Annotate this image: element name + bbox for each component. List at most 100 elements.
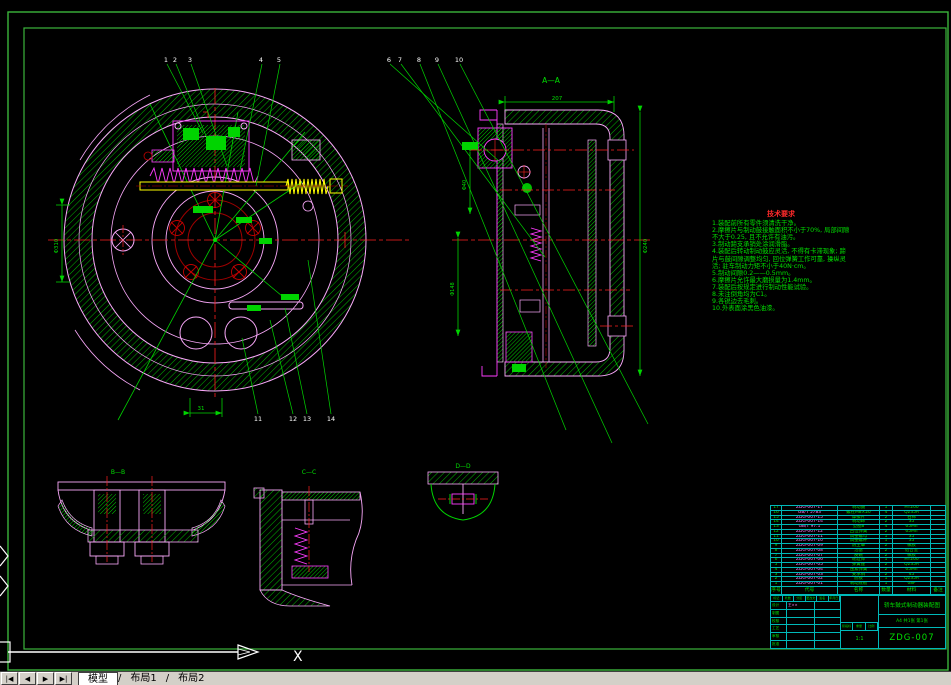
table-cell: 65Mn xyxy=(893,529,931,534)
drawing-title: 轿车鼓式制动器装配图 xyxy=(879,595,945,615)
table-cell: 橡胶 xyxy=(893,553,931,558)
tab-nav-last-button[interactable]: ▶| xyxy=(55,672,72,685)
bom-header-cell: 名称 xyxy=(838,586,880,594)
table-cell: GB/T 97.1 xyxy=(782,525,838,529)
balloon-5: 5 xyxy=(277,56,281,64)
balloon-10: 10 xyxy=(455,56,463,64)
tab-layout1[interactable]: 布局1 xyxy=(121,672,165,685)
front-bottom-dim: 31 xyxy=(183,398,223,417)
tab-layout2[interactable]: 布局2 xyxy=(169,672,213,685)
table-cell: 65Mn xyxy=(893,567,931,572)
balloon-9: 9 xyxy=(435,56,439,64)
table-cell xyxy=(931,525,945,529)
section-view-aa: A—A 207 Φ240 Φ40 Φ148 xyxy=(450,76,650,377)
tb-header-cells: 标记处数分区更改文件号签名年月日 xyxy=(771,595,840,602)
bom-header-cell: 序号 xyxy=(771,586,782,594)
technical-notes: 技术要求 1.装配前所有零件须清洗干净。 2.摩擦片与制动鼓接触面积不小于70%… xyxy=(712,210,850,313)
drawing-number: ZDG-007 xyxy=(889,633,935,643)
bom-header-cell: 数量 xyxy=(880,586,893,594)
table-cell: GB/T 5783 xyxy=(782,510,838,515)
table-cell: HT200 xyxy=(893,506,931,510)
table-cell: 支承销 xyxy=(838,572,880,577)
tb-header-cell: 签名 xyxy=(817,595,829,601)
tab-model[interactable]: 模型 xyxy=(78,672,118,685)
table-cell: 10 xyxy=(771,539,782,543)
titleblock-cell: 校核 xyxy=(771,617,787,625)
table-cell: 35 xyxy=(893,534,931,539)
note-line: 10.外表面涂黑色油漆。 xyxy=(712,305,779,313)
note-line: 7.装配后按规定进行制动性能试验。 xyxy=(712,283,813,291)
table-cell xyxy=(931,577,945,581)
table-cell: 13 xyxy=(771,525,782,529)
titleblock-row: 制图 xyxy=(771,609,840,618)
table-cell: 压紧弹簧 xyxy=(838,567,880,572)
balloon-11: 11 xyxy=(254,415,262,423)
titleblock-cell xyxy=(815,625,840,632)
tb-header-cell: 更改文件号 xyxy=(806,595,817,601)
tb-scale-header-cell: 比例 xyxy=(866,623,878,630)
title-block-sign-area: 标记处数分区更改文件号签名年月日 设计王××制图校核工艺审核批准 xyxy=(771,595,841,648)
table-cell xyxy=(931,563,945,567)
titleblock-cell: 审核 xyxy=(771,633,787,641)
table-cell xyxy=(931,549,945,553)
dim-left-dia: Φ310 xyxy=(54,238,60,253)
tab-nav-first-button[interactable]: |◀ xyxy=(1,672,18,685)
notes-title: 技术要求 xyxy=(767,210,795,218)
tb-header-cell: 标记 xyxy=(771,595,783,601)
table-cell: 制动鼓 xyxy=(838,506,880,510)
table-cell xyxy=(931,573,945,577)
table-cell: 2 xyxy=(880,572,893,577)
balloon-8: 8 xyxy=(417,56,421,64)
autocad-drawing-area[interactable]: 31 Φ310 A—A 207 Φ240 Φ40 Φ148 1 2 3 4 5 … xyxy=(0,0,951,685)
tb-scale-header-cell: 重量 xyxy=(853,623,866,630)
tab-nav-prev-button[interactable]: ◀ xyxy=(19,672,36,685)
section-wheel-cylinder xyxy=(462,127,513,169)
table-cell xyxy=(931,516,945,520)
table-cell: ZDG-007-12 xyxy=(782,529,838,534)
table-cell: ZDG-007-03 xyxy=(782,572,838,577)
tb-header-cell: 处数 xyxy=(783,595,794,601)
table-cell xyxy=(931,558,945,562)
table-cell: Q235A xyxy=(893,510,931,515)
detail-view-cc: C—C xyxy=(253,469,363,607)
ucs-x-label: X xyxy=(293,649,303,665)
tb-scale-value: 1:1 xyxy=(855,636,864,642)
titleblock-row: 批准 xyxy=(771,641,840,648)
balloon-12: 12 xyxy=(289,415,297,423)
table-cell: 垫圈8 xyxy=(838,525,880,529)
table-cell: 制动蹄 xyxy=(838,520,880,524)
brake-shoe-web xyxy=(505,124,550,372)
titleblock-cell: 王×× xyxy=(787,602,815,609)
table-cell: 6 xyxy=(771,558,782,562)
table-cell: 1 xyxy=(880,582,893,586)
titleblock-cell xyxy=(815,610,840,617)
table-cell: 轮缸体 xyxy=(838,558,880,562)
table-cell: Q235A xyxy=(893,577,931,581)
table-cell: 橡胶 xyxy=(893,544,931,548)
table-cell: 2 xyxy=(880,553,893,558)
dim-top-width: 207 xyxy=(552,96,563,102)
adjuster-rod xyxy=(136,178,348,195)
table-cell xyxy=(931,535,945,539)
table-cell: ZDG-007-09 xyxy=(782,544,838,548)
tb-header-cell: 年月日 xyxy=(829,595,840,601)
titleblock-cell xyxy=(787,633,815,641)
dim-right-dia: Φ240 xyxy=(643,238,649,253)
table-cell: 制动底板 xyxy=(838,582,880,586)
balloon-13: 13 xyxy=(303,415,311,423)
titleblock-cell xyxy=(815,633,840,640)
tab-nav-next-button[interactable]: ▶ xyxy=(37,672,54,685)
table-cell: 3 xyxy=(771,572,782,577)
titleblock-row: 校核 xyxy=(771,617,840,626)
bom-header-cell: 代号 xyxy=(782,586,838,594)
table-cell: 2 xyxy=(880,548,893,553)
table-cell: ZDG-007-11 xyxy=(782,534,838,539)
balloon-3: 3 xyxy=(188,56,192,64)
table-cell xyxy=(931,511,945,515)
table-cell: ZDG-007-10 xyxy=(782,539,838,543)
table-cell: 11 xyxy=(771,534,782,539)
titleblock-cell xyxy=(815,602,840,609)
table-cell: 石棉 xyxy=(893,515,931,520)
balloon-6: 6 xyxy=(387,56,391,64)
bom-header-cell: 备注 xyxy=(933,587,943,593)
